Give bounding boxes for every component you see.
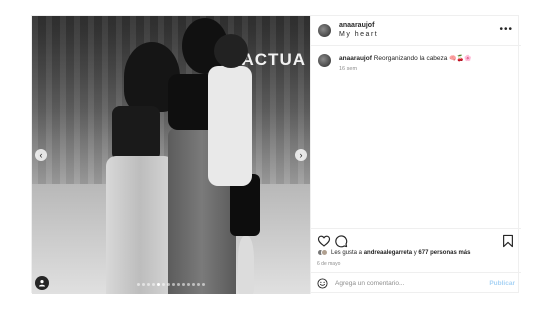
- likes-prefix: Les gusta a: [331, 249, 364, 256]
- caption-username[interactable]: anaaraujof: [339, 55, 372, 62]
- avatar[interactable]: [318, 54, 331, 67]
- figure-right-shirt: [208, 66, 252, 186]
- caption-line: anaaraujof Reorganizando la cabeza 🧠🍒🌸: [339, 55, 472, 62]
- carousel-dot: [147, 283, 150, 286]
- likes-text: Les gusta a andreaalegarreta y 677 perso…: [331, 250, 470, 256]
- carousel-dot: [152, 283, 155, 286]
- comment-bar: Publicar: [311, 272, 521, 294]
- likes-user-link[interactable]: andreaalegarreta: [364, 250, 412, 256]
- chevron-right-icon[interactable]: ›: [295, 149, 307, 161]
- carousel-dot: [167, 283, 170, 286]
- carousel-dot: [187, 283, 190, 286]
- post-side-panel: anaaraujof My heart ••• anaaraujof Reorg…: [310, 16, 521, 294]
- post-actions: [311, 228, 521, 248]
- carousel-dot: [172, 283, 175, 286]
- carousel-dot: [192, 283, 195, 286]
- more-horizontal-icon[interactable]: •••: [499, 24, 513, 35]
- caption-emojis: 🧠🍒🌸: [449, 56, 472, 62]
- heart-icon[interactable]: [317, 234, 331, 248]
- carousel-dot: [197, 283, 200, 286]
- carousel-dot: [162, 283, 165, 286]
- likes-others-link[interactable]: 677 personas más: [418, 250, 470, 256]
- post-photo[interactable]: ACTUA ‹ ›: [32, 16, 310, 294]
- carousel-dot: [177, 283, 180, 286]
- publish-button[interactable]: Publicar: [489, 280, 515, 287]
- carousel-dot: [202, 283, 205, 286]
- avatar[interactable]: [318, 24, 331, 37]
- carousel-dot: [137, 283, 140, 286]
- carousel-indicator: [32, 283, 310, 286]
- post-date: 6 de mayo: [317, 261, 341, 267]
- avatar: [321, 249, 328, 256]
- smiley-icon[interactable]: [317, 278, 328, 289]
- header-subtitle[interactable]: My heart: [339, 31, 378, 38]
- post-header: anaaraujof My heart •••: [311, 16, 521, 46]
- carousel-dot: [182, 283, 185, 286]
- header-username[interactable]: anaaraujof: [339, 22, 374, 29]
- figure-right-hair: [214, 34, 248, 68]
- store-sign-text: ACTUA: [241, 50, 306, 69]
- chevron-left-icon[interactable]: ‹: [35, 149, 47, 161]
- bookmark-icon[interactable]: [501, 234, 515, 248]
- comment-icon[interactable]: [334, 234, 348, 248]
- carousel-dot: [157, 283, 160, 286]
- figure-left-top: [112, 106, 160, 161]
- caption-text: Reorganizando la cabeza: [373, 55, 448, 62]
- caption-time: 16 sem: [339, 66, 358, 72]
- comment-input[interactable]: [335, 277, 475, 290]
- figure-left-jeans: [106, 156, 174, 294]
- post-card: ACTUA ‹ › anaaraujof My heart ••• anaara…: [31, 15, 521, 294]
- likes-summary: Les gusta a andreaalegarreta y 677 perso…: [317, 249, 470, 256]
- carousel-dot: [142, 283, 145, 286]
